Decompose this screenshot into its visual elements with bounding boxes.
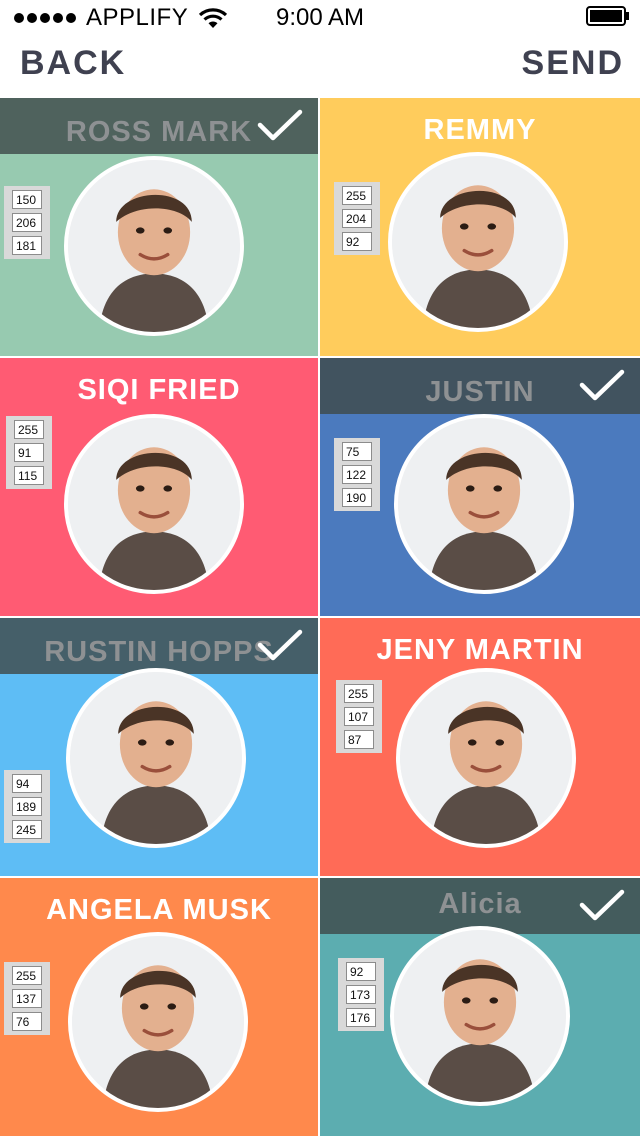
person-card-6[interactable]: JENY MARTIN 255 107 87 [320, 618, 640, 876]
rgb-blue-value: 181 [12, 236, 42, 255]
rgb-blue-value: 92 [342, 232, 372, 251]
rgb-green-value: 206 [12, 213, 42, 232]
rgb-green-value: 204 [342, 209, 372, 228]
rgb-red-value: 150 [12, 190, 42, 209]
people-grid: ROSS MARK 150 206 181 REMMY 255 204 92 S… [0, 98, 640, 1136]
person-card-3[interactable]: SIQI FRIED 255 91 115 [0, 358, 318, 616]
person-photo-icon [68, 418, 240, 590]
person-name: ANGELA MUSK [46, 894, 272, 926]
rgb-red-value: 255 [342, 186, 372, 205]
person-avatar [388, 152, 568, 332]
person-photo-icon [398, 418, 570, 590]
rgb-red-value: 255 [344, 684, 374, 703]
person-card-1[interactable]: ROSS MARK 150 206 181 [0, 98, 318, 356]
checkmark-icon [579, 369, 625, 401]
person-name: JENY MARTIN [376, 634, 584, 666]
rgb-values: 255 137 76 [4, 962, 50, 1035]
rgb-values: 255 204 92 [334, 182, 380, 255]
checkmark-icon [579, 889, 625, 921]
status-bar-left: APPLIFY [14, 4, 228, 32]
rgb-green-value: 173 [346, 985, 376, 1004]
rgb-values: 150 206 181 [4, 186, 50, 259]
person-card-8[interactable]: Alicia 92 173 176 [320, 878, 640, 1136]
rgb-values: 255 91 115 [6, 416, 52, 489]
person-card-5[interactable]: RUSTIN HOPPS 94 189 245 [0, 618, 318, 876]
back-button[interactable]: BACK [20, 44, 126, 83]
rgb-green-value: 189 [12, 797, 42, 816]
rgb-green-value: 122 [342, 465, 372, 484]
status-bar: APPLIFY 9:00 AM [0, 0, 640, 36]
rgb-red-value: 75 [342, 442, 372, 461]
person-photo-icon [394, 930, 566, 1102]
person-avatar [396, 668, 576, 848]
rgb-red-value: 255 [12, 966, 42, 985]
rgb-red-value: 255 [14, 420, 44, 439]
rgb-blue-value: 87 [344, 730, 374, 749]
person-photo-icon [392, 156, 564, 328]
person-photo-icon [70, 672, 242, 844]
person-photo-icon [400, 672, 572, 844]
person-avatar [68, 932, 248, 1112]
person-name: REMMY [423, 114, 537, 146]
person-photo-icon [68, 160, 240, 332]
rgb-blue-value: 115 [14, 466, 44, 485]
rgb-values: 75 122 190 [334, 438, 380, 511]
rgb-red-value: 94 [12, 774, 42, 793]
send-button[interactable]: SEND [522, 44, 624, 83]
rgb-blue-value: 190 [342, 488, 372, 507]
person-card-2[interactable]: REMMY 255 204 92 [320, 98, 640, 356]
person-avatar [64, 156, 244, 336]
battery-icon [586, 6, 629, 26]
person-name: SIQI FRIED [77, 374, 241, 406]
person-card-4[interactable]: JUSTIN 75 122 190 [320, 358, 640, 616]
navigation-bar: BACK SEND [0, 36, 640, 98]
checkmark-icon [257, 629, 303, 661]
carrier-name: APPLIFY [86, 4, 189, 31]
rgb-green-value: 91 [14, 443, 44, 462]
signal-strength-icon [14, 13, 76, 23]
rgb-blue-value: 176 [346, 1008, 376, 1027]
rgb-green-value: 137 [12, 989, 42, 1008]
person-avatar [390, 926, 570, 1106]
checkmark-icon [257, 109, 303, 141]
rgb-blue-value: 76 [12, 1012, 42, 1031]
person-avatar [394, 414, 574, 594]
rgb-values: 94 189 245 [4, 770, 50, 843]
rgb-values: 92 173 176 [338, 958, 384, 1031]
wifi-icon [199, 8, 228, 28]
rgb-values: 255 107 87 [336, 680, 382, 753]
rgb-green-value: 107 [344, 707, 374, 726]
person-avatar [66, 668, 246, 848]
person-avatar [64, 414, 244, 594]
person-card-7[interactable]: ANGELA MUSK 255 137 76 [0, 878, 318, 1136]
rgb-red-value: 92 [346, 962, 376, 981]
person-photo-icon [72, 936, 244, 1108]
rgb-blue-value: 245 [12, 820, 42, 839]
